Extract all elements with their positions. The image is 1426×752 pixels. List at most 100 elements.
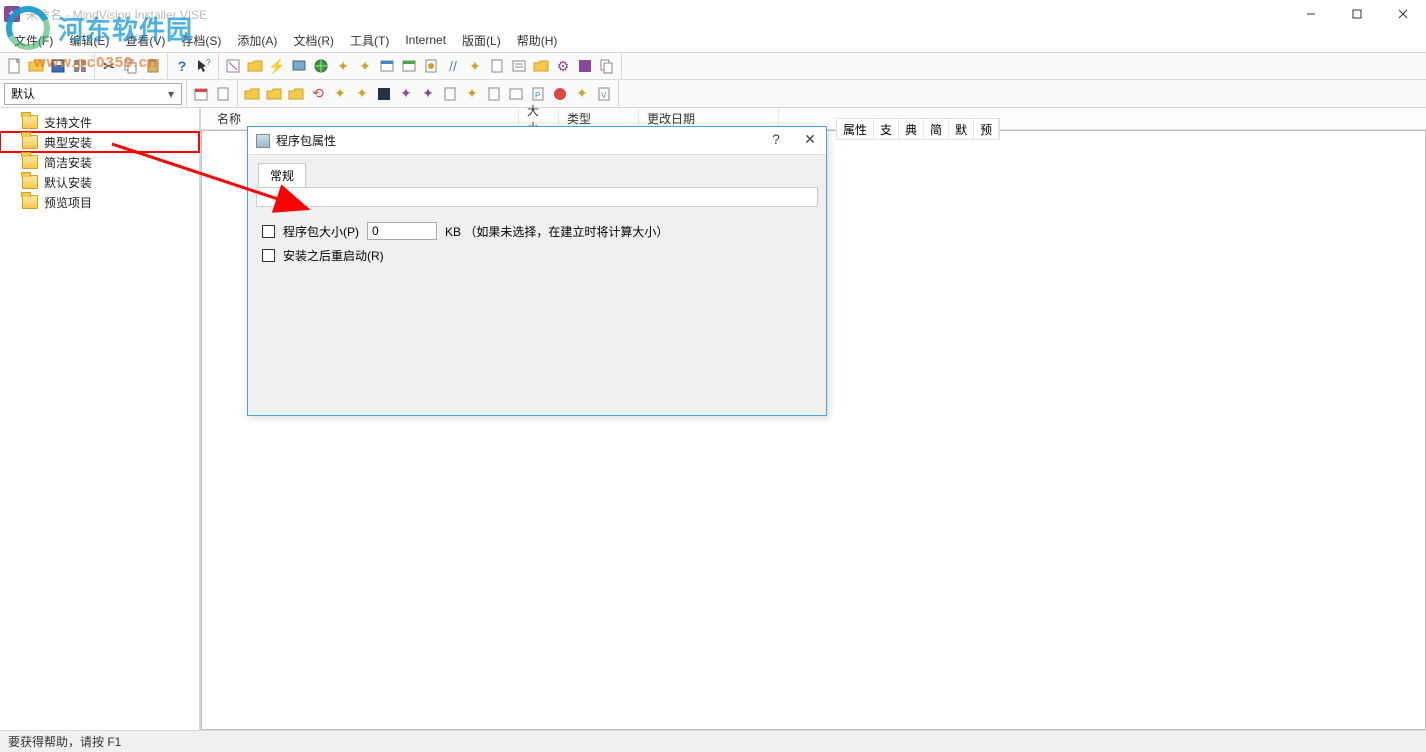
tb-a5[interactable] [311, 56, 331, 76]
help-button[interactable]: ? [172, 56, 192, 76]
doc-gear-icon [423, 58, 439, 74]
open-button[interactable] [26, 56, 46, 76]
tb-a17[interactable] [575, 56, 595, 76]
globe-icon [313, 58, 329, 74]
svg-text:?: ? [206, 58, 211, 67]
menu-layout[interactable]: 版面(L) [456, 30, 507, 51]
label-package-size-suffix: KB （如果未选择，在建立时将计算大小） [445, 223, 668, 240]
tb-b1[interactable] [191, 84, 211, 104]
window-title: 未命名 - MindVision Installer VISE [26, 6, 207, 23]
doc-star-icon [489, 58, 505, 74]
tb-a12[interactable]: ✦ [465, 56, 485, 76]
context-help-button[interactable]: ? [194, 56, 214, 76]
rtab-5[interactable]: 预 [974, 119, 999, 139]
tb-c14[interactable]: P [528, 84, 548, 104]
tb-a9[interactable] [399, 56, 419, 76]
doc4-icon [486, 86, 502, 102]
preset-combo[interactable]: 默认 ▾ [4, 83, 182, 105]
tb-a1[interactable] [223, 56, 243, 76]
menu-document[interactable]: 文档(R) [287, 30, 340, 51]
chevron-down-icon: ▾ [163, 86, 179, 102]
checkbox-package-size[interactable] [262, 225, 275, 238]
close-button[interactable] [1380, 0, 1426, 28]
menu-tools[interactable]: 工具(T) [344, 30, 395, 51]
field-package-size: 程序包大小(P) KB （如果未选择，在建立时将计算大小） [262, 219, 812, 243]
tb-a13[interactable] [487, 56, 507, 76]
tree-item-preview[interactable]: 预览项目 [0, 192, 199, 212]
tb-c4[interactable]: ⟲ [308, 84, 328, 104]
rtab-3[interactable]: 简 [924, 119, 949, 139]
dialog-close-button[interactable]: ✕ [800, 131, 820, 148]
maximize-button[interactable] [1334, 0, 1380, 28]
folder2-icon [533, 58, 549, 74]
menu-add[interactable]: 添加(A) [231, 30, 283, 51]
rtab-2[interactable]: 典 [899, 119, 924, 139]
tb-a16[interactable]: ⚙ [553, 56, 573, 76]
rtab-props[interactable]: 属性 [837, 119, 874, 139]
window-icon [379, 58, 395, 74]
tb-c1[interactable] [242, 84, 262, 104]
tb-a7[interactable]: ✦ [355, 56, 375, 76]
tb-a2[interactable] [245, 56, 265, 76]
menu-help[interactable]: 帮助(H) [511, 30, 564, 51]
folder-tool-icon [247, 58, 263, 74]
tb-a14[interactable] [509, 56, 529, 76]
dialog-help-button[interactable]: ? [766, 131, 786, 148]
tb-c16[interactable]: ✦ [572, 84, 592, 104]
menu-view[interactable]: 查看(V) [119, 30, 171, 51]
tb-c7[interactable] [374, 84, 394, 104]
rtab-1[interactable]: 支 [874, 119, 899, 139]
field-reboot: 安装之后重启动(R) [262, 243, 812, 267]
tb-c11[interactable]: ✦ [462, 84, 482, 104]
tb-c15[interactable] [550, 84, 570, 104]
folder-icon [22, 135, 38, 149]
tb-a3[interactable]: ⚡ [267, 56, 287, 76]
paste-button[interactable] [143, 56, 163, 76]
tb-c12[interactable] [484, 84, 504, 104]
tb-a10[interactable] [421, 56, 441, 76]
tb-c10[interactable] [440, 84, 460, 104]
tb-c9[interactable]: ✦ [418, 84, 438, 104]
tb-c3[interactable] [286, 84, 306, 104]
tb-a11[interactable]: // [443, 56, 463, 76]
cut-button[interactable]: ✂ [99, 56, 119, 76]
tree-item-default[interactable]: 默认安装 [0, 172, 199, 192]
minimize-button[interactable] [1288, 0, 1334, 28]
tb-a15[interactable] [531, 56, 551, 76]
menu-archive[interactable]: 存档(S) [175, 30, 227, 51]
menu-edit[interactable]: 编辑(E) [63, 30, 115, 51]
tree-item-support[interactable]: 支持文件 [0, 112, 199, 132]
tb-a6[interactable]: ✦ [333, 56, 353, 76]
pointer-help-icon: ? [196, 58, 212, 74]
toolbar-secondary: 默认 ▾ ⟲ ✦ ✦ ✦ ✦ ✦ P ✦ V [0, 80, 1426, 108]
menu-file[interactable]: 文件(F) [8, 30, 59, 51]
checkbox-reboot[interactable] [262, 249, 275, 262]
menu-internet[interactable]: Internet [399, 31, 452, 49]
tb-a8[interactable] [377, 56, 397, 76]
open-folder-icon [28, 58, 44, 74]
tree-item-typical[interactable]: 典型安装 [0, 132, 199, 152]
screen-icon [291, 58, 307, 74]
tb-c6[interactable]: ✦ [352, 84, 372, 104]
tb-b2[interactable] [213, 84, 233, 104]
tb-c2[interactable] [264, 84, 284, 104]
tb-c13[interactable] [506, 84, 526, 104]
tb-c8[interactable]: ✦ [396, 84, 416, 104]
dialog-titlebar[interactable]: 程序包属性 ? ✕ [248, 127, 826, 155]
input-package-size[interactable] [367, 222, 437, 240]
tb-a18[interactable] [597, 56, 617, 76]
tb-c5[interactable]: ✦ [330, 84, 350, 104]
tb-c17[interactable]: V [594, 84, 614, 104]
save-button[interactable] [48, 56, 68, 76]
new-button[interactable] [4, 56, 24, 76]
copy-button[interactable] [121, 56, 141, 76]
tab-general[interactable]: 常规 [258, 163, 306, 187]
tab-panel-strip [256, 187, 818, 207]
tree-item-compact[interactable]: 简洁安装 [0, 152, 199, 172]
tb-a4[interactable] [289, 56, 309, 76]
folder-icon [22, 175, 38, 189]
grid-button[interactable] [70, 56, 90, 76]
statusbar: 要获得帮助，请按 F1 [0, 730, 1426, 752]
doc5-icon: V [596, 86, 612, 102]
rtab-4[interactable]: 默 [949, 119, 974, 139]
